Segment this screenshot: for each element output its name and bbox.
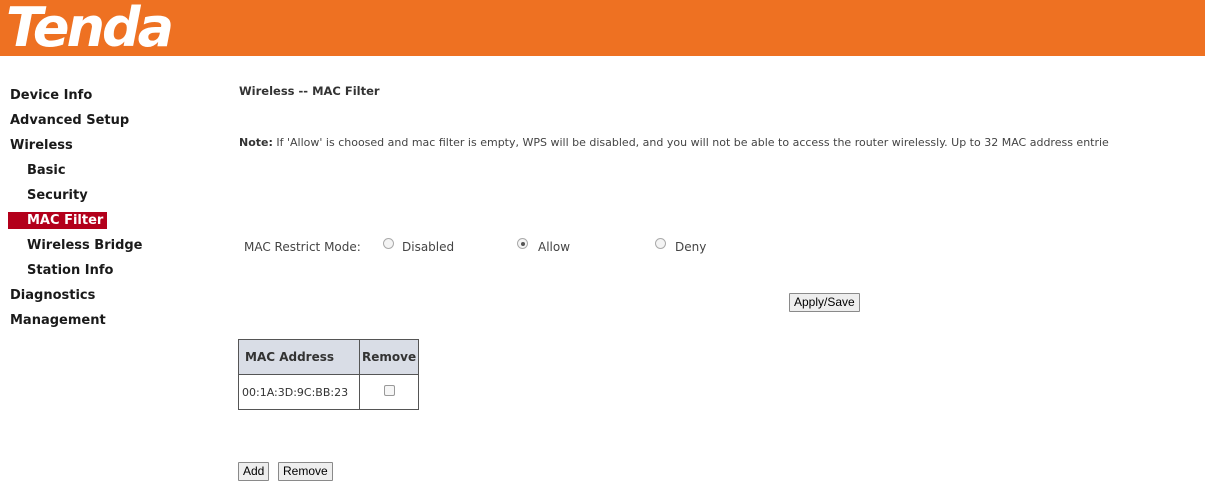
mac-restrict-mode-label: MAC Restrict Mode: [244,240,361,254]
remove-cell [358,374,420,410]
column-header-mac: MAC Address [238,339,360,375]
tenda-logo[interactable]: Tenda [6,0,174,60]
sidebar-item-advanced-setup[interactable]: Advanced Setup [10,113,129,128]
radio-disabled[interactable] [383,238,394,249]
sidebar-item-device-info[interactable]: Device Info [10,88,92,103]
sidebar-item-mac-filter[interactable]: MAC Filter [8,212,108,229]
column-header-remove: Remove [358,339,420,375]
page-title: Wireless -- MAC Filter [239,84,380,98]
sidebar-item-wireless-bridge[interactable]: Wireless Bridge [27,238,143,253]
note-text: Note: If 'Allow' is choosed and mac filt… [239,136,1109,149]
sidebar-item-wireless[interactable]: Wireless [10,138,73,153]
remove-button[interactable]: Remove [278,462,333,481]
remove-checkbox[interactable] [383,385,395,396]
radio-allow-label: Allow [538,240,571,254]
apply-save-button[interactable]: Apply/Save [789,293,860,312]
radio-disabled-label: Disabled [402,240,455,254]
table-row: 00:1A:3D:9C:BB:23 [238,374,420,410]
sidebar-item-station-info[interactable]: Station Info [27,263,113,278]
sidebar-item-basic[interactable]: Basic [27,163,66,178]
table-header-row: MAC Address Remove [238,339,420,375]
mac-address-cell: 00:1A:3D:9C:BB:23 [238,374,360,410]
sidebar-item-security[interactable]: Security [27,188,88,203]
radio-deny-label: Deny [675,240,707,254]
sidebar-item-management[interactable]: Management [10,313,106,328]
header-bar: Tenda [0,0,1205,59]
mac-filter-table: MAC Address Remove 00:1A:3D:9C:BB:23 [238,339,420,410]
sidebar-item-diagnostics[interactable]: Diagnostics [10,288,95,303]
radio-allow[interactable] [517,238,528,249]
radio-deny[interactable] [655,238,666,249]
note-body: If 'Allow' is choosed and mac filter is … [272,136,1109,149]
note-label: Note: [239,136,273,149]
add-button[interactable]: Add [238,462,270,481]
